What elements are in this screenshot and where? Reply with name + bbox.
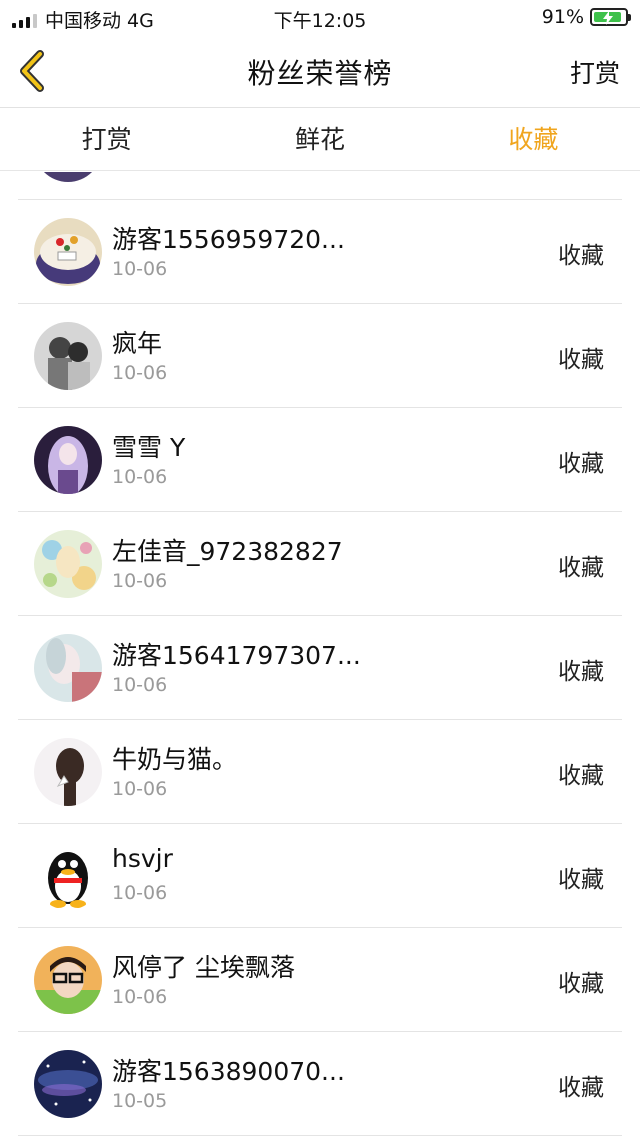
item-date: 10-06 [112,258,168,280]
list-item[interactable]: 雪雪 Y 10-06 收藏 [18,408,622,512]
list-item[interactable]: 游客1563890070... 10-05 收藏 [18,1032,622,1136]
cake-avatar [34,218,102,286]
battery-icon [590,8,631,26]
item-action: 收藏 [558,1075,604,1101]
item-action: 收藏 [558,867,604,893]
item-action: 收藏 [558,971,604,997]
qq-penguin-avatar [34,842,102,910]
item-date: 10-06 [112,570,168,592]
list-item[interactable]: hsvjr 10-06 收藏 [18,824,622,928]
illustration-avatar [34,530,102,598]
user-name: 左佳音_972382827 [112,537,343,566]
item-date: 10-06 [112,986,168,1008]
list-item-partial [18,172,622,200]
item-action: 收藏 [558,243,604,269]
tab-reward[interactable]: 打赏 [0,109,213,170]
item-action: 收藏 [558,451,604,477]
galaxy-avatar [34,1050,102,1118]
anime-girl-avatar [34,426,102,494]
status-right: 91% [541,6,631,28]
item-date: 10-05 [112,1090,168,1112]
nav-bar: 粉丝荣誉榜 打赏 [0,34,640,108]
user-name: 游客1556959720... [112,225,345,254]
tab-favorites[interactable]: 收藏 [427,109,640,170]
item-date: 10-06 [112,362,168,384]
user-name: 雪雪 Y [112,433,186,462]
user-name: 风停了 尘埃飘落 [112,953,295,982]
girl-back-avatar [34,738,102,806]
tab-flowers[interactable]: 鲜花 [213,109,426,170]
page-title: 粉丝荣誉榜 [247,57,393,90]
list-item[interactable]: 游客1556959720... 10-06 收藏 [18,200,622,304]
fan-list: 游客1556959720... 10-06 收藏 疯年 10-06 收藏 雪雪 … [0,172,640,1139]
item-action: 收藏 [558,347,604,373]
user-name: 疯年 [112,329,163,358]
list-item[interactable]: 左佳音_972382827 10-06 收藏 [18,512,622,616]
boy-glasses-avatar [34,946,102,1014]
charging-bolt-icon [603,11,613,25]
battery-percent: 91% [541,6,584,28]
user-name: 游客1563890070... [112,1057,345,1086]
item-action: 收藏 [558,763,604,789]
user-name: hsvjr [112,844,173,873]
user-name: 牛奶与猫。 [112,745,238,774]
user-name: 游客15641797307... [112,641,361,670]
list-item[interactable]: 疯年 10-06 收藏 [18,304,622,408]
item-action: 收藏 [558,659,604,685]
item-date: 10-06 [112,882,168,904]
item-date: 10-06 [112,778,168,800]
status-bar: 中国移动 4G 下午12:05 91% [0,0,640,34]
item-action: 收藏 [558,555,604,581]
list-item[interactable]: 风停了 尘埃飘落 10-06 收藏 [18,928,622,1032]
item-date: 10-06 [112,466,168,488]
couple-avatar [34,322,102,390]
list-item[interactable]: 牛奶与猫。 10-06 收藏 [18,720,622,824]
list-item[interactable]: 游客15641797307... 10-06 收藏 [18,616,622,720]
selfie-avatar [34,634,102,702]
tab-bar: 打赏 鲜花 收藏 [0,109,640,171]
reward-button[interactable]: 打赏 [570,54,620,90]
item-date: 10-06 [112,674,168,696]
avatar [34,172,102,182]
